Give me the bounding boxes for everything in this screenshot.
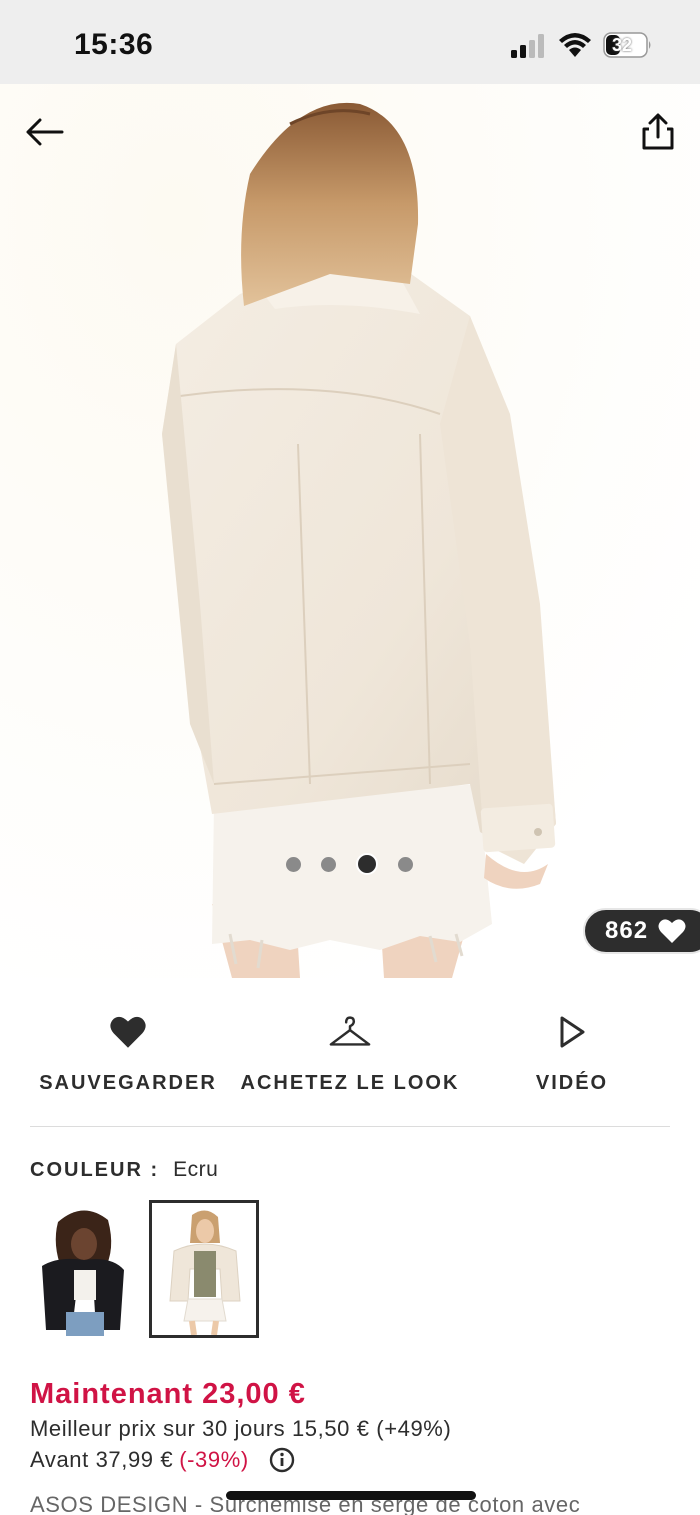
save-label: SAUVEGARDER bbox=[39, 1072, 217, 1094]
battery-level: 32 bbox=[612, 35, 633, 55]
previous-price-label: Avant 37,99 € bbox=[30, 1447, 174, 1472]
cellular-signal-icon bbox=[511, 34, 544, 58]
heart-icon bbox=[106, 1010, 150, 1054]
home-indicator bbox=[226, 1491, 476, 1500]
product-actions: SAUVEGARDER ACHETEZ LE LOOK VIDÉO bbox=[0, 1000, 700, 1110]
gallery-dot[interactable] bbox=[321, 856, 336, 872]
previous-price: Avant 37,99 € (-39%) bbox=[30, 1447, 295, 1473]
gallery-pagination bbox=[286, 852, 416, 876]
info-icon[interactable] bbox=[269, 1447, 295, 1473]
divider bbox=[30, 1126, 670, 1127]
colour-swatch-black[interactable] bbox=[28, 1200, 138, 1338]
status-bar: 15:36 32 bbox=[0, 0, 700, 84]
status-time: 15:36 bbox=[74, 28, 154, 61]
gallery-dot-active[interactable] bbox=[356, 853, 378, 875]
product-image-gallery[interactable]: 862 bbox=[0, 84, 700, 978]
gallery-dot[interactable] bbox=[398, 856, 413, 872]
swatch-image bbox=[28, 1200, 138, 1338]
colour-value: Ecru bbox=[173, 1158, 219, 1181]
colour-swatch-ecru[interactable] bbox=[149, 1200, 259, 1338]
discount-percent: (-39%) bbox=[179, 1447, 249, 1472]
gallery-dot[interactable] bbox=[286, 856, 301, 872]
video-button[interactable]: VIDÉO bbox=[462, 1000, 682, 1110]
swatch-image bbox=[152, 1203, 256, 1336]
battery-icon: 32 bbox=[603, 32, 653, 58]
best-price-30-days: Meilleur prix sur 30 jours 15,50 € (+49%… bbox=[30, 1416, 452, 1441]
heart-icon bbox=[658, 919, 686, 943]
wifi-icon bbox=[559, 33, 591, 57]
likes-badge[interactable]: 862 bbox=[583, 908, 700, 954]
share-icon bbox=[642, 113, 674, 150]
hanger-icon bbox=[328, 1010, 372, 1054]
video-label: VIDÉO bbox=[535, 1072, 609, 1094]
shop-the-look-label: ACHETEZ LE LOOK bbox=[240, 1072, 460, 1094]
share-button[interactable] bbox=[636, 110, 680, 154]
colour-label: COULEUR : bbox=[30, 1159, 160, 1181]
back-arrow-icon bbox=[26, 118, 64, 146]
product-photo bbox=[0, 84, 700, 978]
current-price: Maintenant 23,00 € bbox=[30, 1378, 306, 1410]
play-icon bbox=[550, 1010, 594, 1054]
colour-selector: COULEUR : Ecru bbox=[30, 1158, 218, 1182]
save-button[interactable]: SAUVEGARDER bbox=[18, 1000, 238, 1110]
back-button[interactable] bbox=[22, 110, 66, 154]
likes-count: 862 bbox=[605, 917, 649, 944]
shop-the-look-button[interactable]: ACHETEZ LE LOOK bbox=[240, 1000, 460, 1110]
